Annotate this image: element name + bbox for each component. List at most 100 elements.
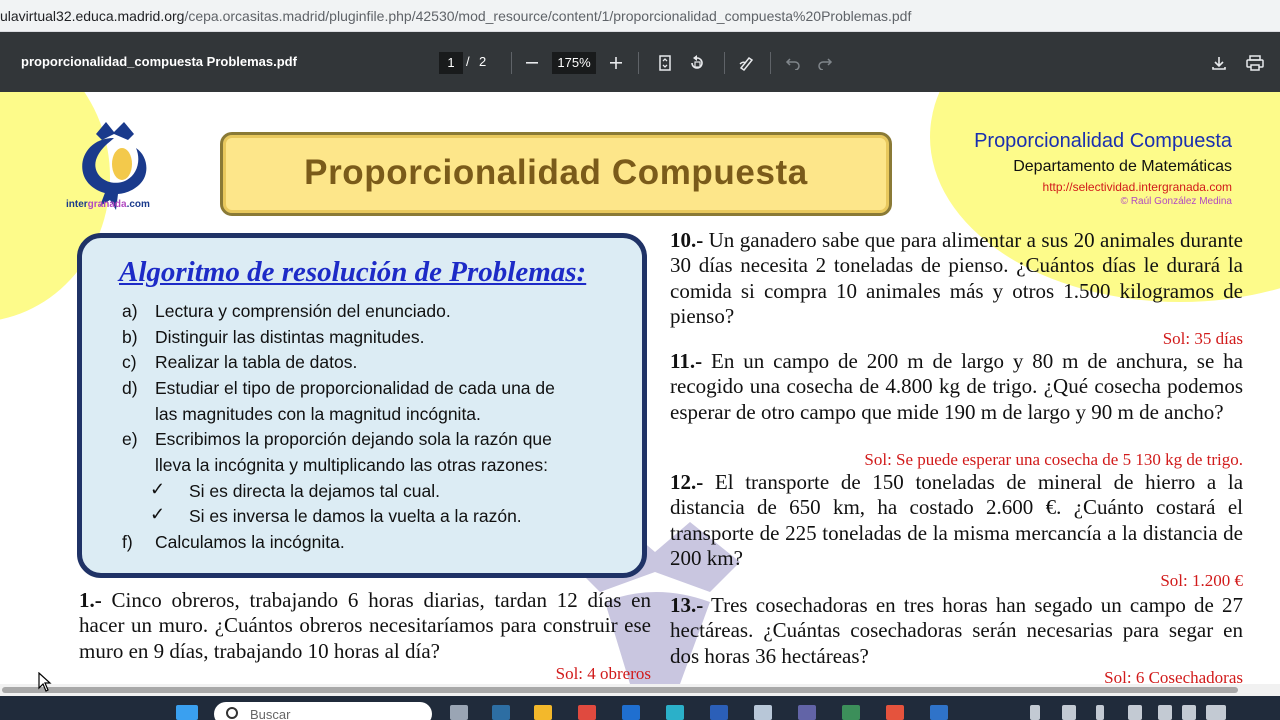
problem-10: 10.- Un ganadero sabe que para alimentar… xyxy=(670,228,1243,329)
edge-browser-icon[interactable] xyxy=(666,705,684,720)
taskbar-app-icon[interactable] xyxy=(930,705,948,720)
problem-1: 1.- Cinco obreros, trabajando 6 horas di… xyxy=(79,588,651,664)
solution-13: Sol: 6 Cosechadoras xyxy=(1104,668,1243,684)
page-number-input[interactable]: 1 xyxy=(439,52,463,74)
problem-text: Un ganadero sabe que para alimentar a su… xyxy=(670,228,1243,328)
download-icon xyxy=(1212,57,1226,70)
problem-11: 11.- En un campo de 200 m de largo y 80 … xyxy=(670,349,1243,425)
solution-12: Sol: 1.200 € xyxy=(1160,571,1243,590)
logo-text-part: .com xyxy=(126,199,150,210)
redo-icon xyxy=(818,58,833,70)
checkmark-icon: ✓ xyxy=(150,479,166,499)
algorithm-step: b) Distinguir las distintas magnitudes. xyxy=(122,327,424,348)
header-department: Departamento de Matemáticas xyxy=(1013,158,1232,175)
windows-start-icon[interactable] xyxy=(176,705,198,720)
fit-page-icon xyxy=(659,55,671,71)
step-continuation: las magnitudes con la magnitud incógnita… xyxy=(155,404,481,424)
problem-number: 10.- xyxy=(670,228,704,252)
problem-number: 1.- xyxy=(79,588,102,612)
tray-chevron-icon[interactable] xyxy=(1030,705,1040,720)
url-path: /cepa.orcasitas.madrid/pluginfile.php/42… xyxy=(184,8,912,24)
header-author: © Raúl González Medina xyxy=(1120,196,1232,207)
word-icon[interactable] xyxy=(710,705,728,720)
algorithm-step: c) Realizar la tabla de datos. xyxy=(122,352,357,373)
step-letter: a) xyxy=(122,301,138,321)
solution-10: Sol: 35 días xyxy=(1162,329,1243,348)
toolbar-divider xyxy=(770,52,771,74)
step-letter: c) xyxy=(122,352,137,372)
algorithm-step: a) Lectura y comprensión del enunciado. xyxy=(122,301,451,322)
redo-button[interactable] xyxy=(810,48,840,78)
step-text: Estudiar el tipo de proporcionalidad de … xyxy=(155,378,555,398)
logo-text-part: granada xyxy=(87,199,127,210)
taskbar-app-icon[interactable] xyxy=(492,705,510,720)
annotate-button[interactable] xyxy=(732,48,762,78)
rotate-icon xyxy=(691,55,703,69)
taskbar-app-icon[interactable] xyxy=(754,705,772,720)
algorithm-step: d) Estudiar el tipo de proporcionalidad d… xyxy=(122,378,555,399)
page-separator: / xyxy=(466,54,470,69)
zoom-out-button[interactable] xyxy=(517,48,547,78)
taskbar-search-placeholder: Buscar xyxy=(250,707,291,720)
horizontal-scrollbar[interactable] xyxy=(0,684,1280,696)
address-bar[interactable]: ulavirtual32.educa.madrid.org/cepa.orcas… xyxy=(0,0,1280,32)
step-text: Lectura y comprensión del enunciado. xyxy=(155,301,451,321)
solution-1: Sol: 4 obreros xyxy=(555,664,651,683)
zoom-input[interactable]: 175% xyxy=(552,52,596,74)
problem-number: 13.- xyxy=(670,593,704,617)
toolbar-divider xyxy=(511,52,512,74)
step-text: Escribimos la proporción dejando sola la… xyxy=(155,429,552,449)
step-text: Calculamos la incógnita. xyxy=(155,532,345,552)
toolbar-divider xyxy=(638,52,639,74)
problem-text: El transporte de 150 toneladas de minera… xyxy=(670,470,1244,570)
fit-to-page-button[interactable] xyxy=(650,48,680,78)
scrollbar-thumb[interactable] xyxy=(2,687,1238,693)
windows-taskbar: Buscar xyxy=(0,696,1280,720)
step-text: Realizar la tabla de datos. xyxy=(155,352,358,372)
print-button[interactable] xyxy=(1240,48,1270,78)
battery-icon[interactable] xyxy=(1206,705,1226,720)
step-letter: f) xyxy=(122,532,133,552)
wifi-icon[interactable] xyxy=(1158,705,1172,720)
taskbar-app-icon[interactable] xyxy=(578,705,596,720)
logo-text-part: inter xyxy=(66,199,88,210)
solution-11: Sol: Se puede esperar una cosecha de 5 1… xyxy=(864,450,1243,469)
banner-title: Proporcionalidad Compuesta xyxy=(304,153,808,192)
undo-button[interactable] xyxy=(778,48,808,78)
search-icon xyxy=(226,707,238,719)
pdf-page[interactable]: intergranada.com Proporcionalidad Compue… xyxy=(0,92,1280,684)
algorithm-step: e) Escribimos la proporción dejando sola … xyxy=(122,429,552,450)
url-text[interactable]: ulavirtual32.educa.madrid.org/cepa.orcas… xyxy=(0,8,911,24)
chrome-icon[interactable] xyxy=(886,705,904,720)
tray-icon[interactable] xyxy=(1096,705,1104,720)
header-url-link[interactable]: http://selectividad.intergranada.com xyxy=(1043,180,1232,194)
zoom-in-button[interactable] xyxy=(601,48,631,78)
problem-12: 12.- El transporte de 150 toneladas de m… xyxy=(670,470,1243,571)
rotate-button[interactable] xyxy=(682,48,712,78)
sub-step-text: Si es inversa le damos la vuelta a la ra… xyxy=(189,506,522,526)
taskbar-app-icon[interactable] xyxy=(622,705,640,720)
algorithm-box: Algoritmo de resolución de Problemas: a)… xyxy=(77,233,647,578)
download-button[interactable] xyxy=(1204,48,1234,78)
title-banner: Proporcionalidad Compuesta xyxy=(220,132,892,216)
problem-number: 11.- xyxy=(670,349,703,373)
problem-text: Tres cosechadoras en tres horas han sega… xyxy=(670,593,1243,668)
task-view-icon[interactable] xyxy=(450,705,468,720)
problem-13: 13.- Tres cosechadoras en tres horas han… xyxy=(670,593,1243,669)
header-title: Proporcionalidad Compuesta xyxy=(974,130,1232,152)
taskbar-search-box[interactable]: Buscar xyxy=(214,702,432,720)
volume-icon[interactable] xyxy=(1182,705,1196,720)
problem-text: En un campo de 200 m de largo y 80 m de … xyxy=(670,349,1243,424)
problem-number: 12.- xyxy=(670,470,704,494)
teams-icon[interactable] xyxy=(798,705,816,720)
algorithm-title: Algoritmo de resolución de Problemas: xyxy=(119,256,587,288)
page-total: 2 xyxy=(479,54,487,69)
pdf-toolbar: proporcionalidad_compuesta Problemas.pdf… xyxy=(0,32,1280,92)
taskbar-app-icon[interactable] xyxy=(842,705,860,720)
file-explorer-icon[interactable] xyxy=(534,705,552,720)
pdf-filename: proporcionalidad_compuesta Problemas.pdf xyxy=(21,54,297,69)
tray-icon[interactable] xyxy=(1062,705,1076,720)
step-letter: e) xyxy=(122,429,138,449)
step-text: Distinguir las distintas magnitudes. xyxy=(155,327,425,347)
pen-tray-icon[interactable] xyxy=(1128,705,1142,720)
